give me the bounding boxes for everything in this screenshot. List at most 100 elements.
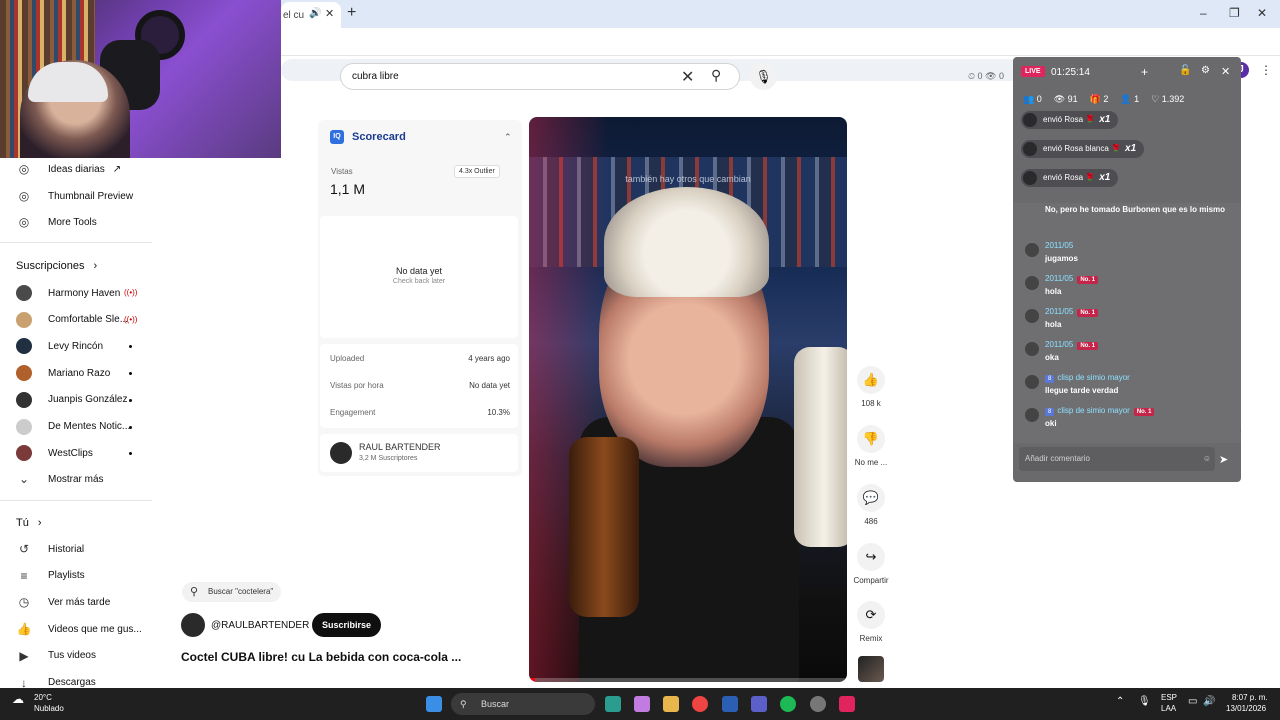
share-button[interactable]: ↪ Compartir bbox=[850, 543, 892, 585]
tiktok-icon[interactable] bbox=[839, 696, 855, 712]
volume-icon[interactable]: 🔊 bbox=[1203, 696, 1215, 707]
lock-icon[interactable]: 🔓 bbox=[1179, 65, 1191, 76]
chrome-icon[interactable] bbox=[692, 696, 708, 712]
sidebar-item-play-square[interactable]: ▶ Tus videos bbox=[16, 646, 96, 666]
menu-dots-icon[interactable]: ⋮ bbox=[1258, 62, 1274, 78]
show-more-button[interactable]: ⌄ Mostrar más bbox=[16, 469, 104, 489]
gift-notification: envió Rosa 🌹 x1 bbox=[1021, 169, 1119, 187]
plus-icon[interactable]: + bbox=[1141, 65, 1148, 79]
you-header[interactable]: Tú › bbox=[16, 517, 42, 529]
video-title[interactable]: Coctel CUBA libre! cu La bebida con coca… bbox=[181, 650, 461, 664]
like-label: 108 k bbox=[861, 399, 881, 408]
search-box[interactable]: cubra libre ✕ ⚲ bbox=[340, 63, 740, 90]
remix-icon: ⟳ bbox=[857, 601, 885, 629]
weather-icon[interactable]: ☁ bbox=[12, 692, 24, 706]
stat-value: 91 bbox=[1067, 94, 1078, 104]
tab-close-icon[interactable]: ✕ bbox=[325, 7, 334, 20]
spotify-icon[interactable] bbox=[780, 696, 796, 712]
edge-icon[interactable] bbox=[605, 696, 621, 712]
views-label: Vistas bbox=[331, 167, 353, 176]
dislike-icon: 👎 bbox=[857, 425, 885, 453]
sidebar-item-playlist[interactable]: ≡ Playlists bbox=[16, 566, 85, 586]
sidebar-subscription[interactable]: Comfortable Sle... bbox=[16, 310, 128, 330]
tab-title: el cu bbox=[283, 10, 305, 21]
subscribe-button[interactable]: Suscribirse bbox=[312, 613, 382, 637]
video-progress-bar[interactable] bbox=[529, 678, 847, 682]
speaker-icon[interactable]: 🔊 bbox=[309, 8, 321, 19]
short-video-player[interactable]: también hay otros que cambian bbox=[529, 117, 847, 682]
browser-tab[interactable]: el cu 🔊 ✕ bbox=[281, 2, 341, 28]
remix-button[interactable]: ⟳ Remix bbox=[850, 601, 892, 643]
sidebar-item-ideas[interactable]: ◎ Ideas diarias ↗ bbox=[16, 159, 121, 179]
folder-icon[interactable] bbox=[663, 696, 679, 712]
sidebar-subscription[interactable]: Harmony Haven bbox=[16, 283, 120, 303]
send-icon[interactable]: ➤ bbox=[1219, 453, 1228, 466]
user-avatar bbox=[1025, 276, 1039, 290]
mic-icon[interactable]: 🎙 bbox=[750, 63, 777, 90]
related-search-chip[interactable]: ⚲ Buscar "coctelera" bbox=[182, 582, 282, 602]
network-icon[interactable]: ▭ bbox=[1188, 696, 1197, 707]
stat-value: 1.392 bbox=[1161, 94, 1185, 104]
comment-input[interactable]: Añadir comentario ☺ bbox=[1019, 447, 1215, 471]
sidebar-subscription[interactable]: De Mentes Notic... bbox=[16, 417, 130, 437]
chat-text: oki bbox=[1045, 419, 1057, 428]
gear-icon[interactable]: ⚙ bbox=[1201, 65, 1210, 76]
clock-time[interactable]: 8:07 p. m. bbox=[1232, 693, 1268, 702]
comments-label: 486 bbox=[864, 517, 878, 526]
new-tab-button[interactable]: + bbox=[347, 4, 356, 22]
sidebar-subscription[interactable]: Levy Rincón bbox=[16, 336, 103, 356]
comments-button[interactable]: 💬 486 bbox=[850, 484, 892, 526]
outlier-badge: 4.3x Outlier bbox=[454, 165, 500, 178]
clear-icon[interactable]: ✕ bbox=[681, 67, 694, 87]
chevron-up-icon[interactable]: ⌃ bbox=[504, 132, 512, 143]
taskbar-search-placeholder: Buscar bbox=[481, 699, 510, 709]
channel-avatar bbox=[16, 418, 32, 435]
scorecard-header[interactable]: IQ Scorecard bbox=[330, 130, 406, 144]
channel-box[interactable]: RAUL BARTENDER 3,2 M Suscriptores bbox=[320, 434, 518, 472]
sidebar-item-thumbnail-preview[interactable]: ◎ Thumbnail Preview bbox=[16, 186, 133, 206]
sidebar-subscription[interactable]: Mariano Razo bbox=[16, 363, 110, 383]
eye-stat: 👁 91 bbox=[1053, 94, 1078, 104]
like-button[interactable]: 👍 108 k bbox=[850, 366, 892, 408]
chat-text: llegue tarde verdad bbox=[1045, 386, 1119, 395]
emoji-icon[interactable]: ☺ bbox=[1203, 447, 1211, 471]
user-avatar bbox=[1023, 142, 1037, 156]
mic-icon[interactable]: 🎙 bbox=[1138, 696, 1151, 707]
obs-icon[interactable] bbox=[810, 696, 826, 712]
chat-username-row: 2011/05 bbox=[1045, 241, 1073, 250]
iq-icon: ◎ bbox=[18, 215, 30, 229]
search-icon[interactable]: ⚲ bbox=[711, 67, 721, 84]
sidebar-item-like[interactable]: 👍 Videos que me gus... bbox=[16, 619, 142, 639]
sidebar-item-clock[interactable]: ◷ Ver más tarde bbox=[16, 592, 111, 612]
sidebar-item-more-tools[interactable]: ◎ More Tools bbox=[16, 212, 97, 232]
restore-button[interactable]: ❐ bbox=[1229, 6, 1240, 20]
dislike-button[interactable]: 👎 No me ... bbox=[850, 425, 892, 467]
sidebar-item-label: Playlists bbox=[48, 570, 85, 582]
sidebar-subscription[interactable]: WestClips bbox=[16, 443, 93, 463]
gift-text: envió Rosa bbox=[1043, 115, 1084, 124]
search-input[interactable]: cubra libre bbox=[352, 71, 399, 82]
weather-temp: 20°C bbox=[34, 693, 52, 702]
copilot-icon[interactable] bbox=[634, 696, 650, 712]
close-icon[interactable]: ✕ bbox=[1221, 65, 1230, 78]
audio-thumbnail[interactable] bbox=[858, 656, 884, 682]
sidebar-subscription[interactable]: Juanpis González bbox=[16, 390, 128, 410]
close-window-button[interactable]: ✕ bbox=[1257, 6, 1267, 20]
chat-messages[interactable]: No, pero he tomado Burbonen que es lo mi… bbox=[1013, 203, 1241, 443]
teams-icon[interactable] bbox=[751, 696, 767, 712]
word-icon[interactable] bbox=[722, 696, 738, 712]
scorecard: IQ Scorecard ⌃ Vistas 4.3x Outlier 1,1 M… bbox=[318, 120, 522, 476]
sidebar-item-label: Descargas bbox=[48, 677, 96, 688]
subscriptions-header[interactable]: Suscripciones › bbox=[16, 260, 97, 272]
scroll-down-icon[interactable]: ↓ bbox=[1239, 421, 1241, 435]
sidebar-item-history[interactable]: ↺ Historial bbox=[16, 539, 84, 559]
start-icon[interactable] bbox=[426, 696, 442, 712]
video-caption: también hay otros que cambian bbox=[625, 174, 751, 184]
minimize-button[interactable]: – bbox=[1200, 6, 1207, 20]
tray-chevron-icon[interactable]: ⌃ bbox=[1116, 696, 1124, 707]
chart-placeholder: No data yet Check back later bbox=[320, 216, 518, 338]
language[interactable]: ESP bbox=[1161, 693, 1177, 702]
channel-row[interactable]: @RAULBARTENDER bbox=[181, 613, 309, 637]
row-value: 10.3% bbox=[487, 408, 510, 417]
taskbar-search[interactable]: ⚲ Buscar bbox=[451, 693, 595, 715]
